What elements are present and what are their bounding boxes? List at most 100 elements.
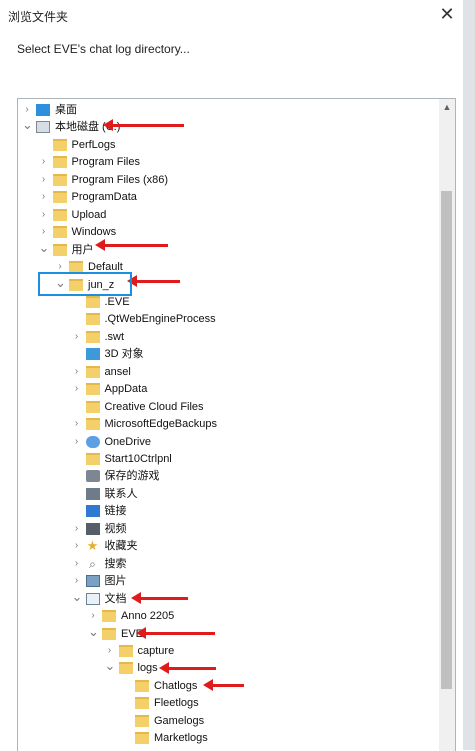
tree-item[interactable]: ⌄ 用户 <box>18 241 436 259</box>
tree-item[interactable]: .QtWebEngineProcess <box>18 311 436 328</box>
tree-item[interactable]: ⌄ 文档 <box>18 590 436 608</box>
tree-item[interactable]: PerfLogs <box>18 137 436 154</box>
tree-item[interactable]: ⌄ EVE <box>18 625 436 643</box>
collapsed-chevron-icon[interactable]: › <box>72 417 82 431</box>
folder-icon <box>52 226 67 239</box>
tree-item-label: .EVE <box>104 295 130 308</box>
tree-item-label: Start10Ctrlpnl <box>104 453 172 465</box>
video-icon <box>85 522 100 535</box>
folder-icon <box>52 191 67 204</box>
tree-item[interactable]: 3D 对象 <box>18 346 436 363</box>
search-icon: ⌕ <box>89 556 96 571</box>
tree-item[interactable]: Start10Ctrlpnl <box>18 451 436 468</box>
scroll-up-arrow-icon[interactable]: ▲ <box>439 99 455 115</box>
tree-item[interactable]: › OneDrive <box>18 434 436 451</box>
tree-item-label: 用户 <box>71 243 94 256</box>
folder-icon <box>52 243 67 256</box>
tree-item[interactable]: › Program Files <box>18 154 436 171</box>
tree-item[interactable]: Fleetlogs <box>18 695 436 712</box>
expanded-chevron-icon[interactable]: ⌄ <box>72 590 83 606</box>
tree-item-label: Anno 2205 <box>121 610 175 623</box>
collapsed-chevron-icon[interactable]: › <box>39 208 49 222</box>
tree-item[interactable]: Marketlogs <box>18 730 436 747</box>
tree-item[interactable]: ⌄ 本地磁盘 (C:) <box>18 118 436 136</box>
tree-item[interactable]: › 图片 <box>18 573 436 590</box>
tree-item[interactable]: › ProgramData <box>18 189 436 206</box>
tree-item[interactable]: Gamelogs <box>18 713 436 730</box>
tree-item[interactable]: › ansel <box>18 364 436 381</box>
annotation-arrow-icon <box>103 119 184 131</box>
expanded-chevron-icon[interactable]: ⌄ <box>39 241 50 257</box>
tree-item[interactable]: 保存的游戏 <box>18 468 436 485</box>
folder-icon <box>85 365 100 378</box>
collapsed-chevron-icon[interactable]: › <box>72 382 82 396</box>
tree-item[interactable]: › capture <box>18 643 436 660</box>
collapsed-chevron-icon[interactable]: › <box>72 557 82 571</box>
tree-item[interactable]: › Upload <box>18 207 436 224</box>
expanded-chevron-icon[interactable]: ⌄ <box>22 118 33 134</box>
folder-icon <box>135 697 149 710</box>
tree-item[interactable]: › ★ 收藏夹 <box>18 538 436 555</box>
collapsed-chevron-icon[interactable]: › <box>72 539 82 553</box>
tree-item-label: Creative Cloud Files <box>104 400 204 413</box>
collapsed-chevron-icon[interactable]: › <box>88 609 98 623</box>
tree-item[interactable]: › Windows <box>18 224 436 241</box>
tree-item[interactable]: › AppData <box>18 381 436 398</box>
tree-item-label: Windows <box>71 226 117 239</box>
collapsed-chevron-icon[interactable]: › <box>39 155 49 169</box>
star-icon: ★ <box>86 538 99 554</box>
tree-item-label: 保存的游戏 <box>104 470 160 483</box>
folder-icon <box>52 208 67 221</box>
annotation-arrow-icon <box>203 679 244 691</box>
folder-icon <box>118 662 133 675</box>
folder-icon <box>102 610 116 623</box>
collapsed-chevron-icon[interactable]: › <box>72 435 82 449</box>
desktop-icon <box>36 104 50 116</box>
tree-item-label: 视频 <box>104 522 127 535</box>
tree-item[interactable]: › 桌面 <box>18 102 436 119</box>
collapsed-chevron-icon[interactable]: › <box>39 190 49 204</box>
tree-item[interactable]: › MicrosoftEdgeBackups <box>18 416 436 433</box>
folder-icon <box>85 295 100 308</box>
tree-item-label: AppData <box>104 383 148 396</box>
tree-item-label: 桌面 <box>55 104 77 116</box>
tree-item-label: logs <box>137 662 158 675</box>
collapsed-chevron-icon[interactable]: › <box>72 574 82 588</box>
scroll-thumb[interactable] <box>441 191 452 689</box>
annotation-arrow-icon <box>127 275 180 287</box>
tree-item[interactable]: ⌄ logs <box>18 659 436 677</box>
tree-item-label: ansel <box>104 365 131 378</box>
tree-item[interactable]: › 视频 <box>18 521 436 538</box>
tree-item[interactable]: 联系人 <box>18 486 436 503</box>
collapsed-chevron-icon[interactable]: › <box>72 330 82 344</box>
tree-item-label: 搜索 <box>104 557 127 570</box>
collapsed-chevron-icon[interactable]: › <box>72 522 82 536</box>
tree-item[interactable]: › ⌕ 搜索 <box>18 556 436 573</box>
tree-item-label: 链接 <box>104 505 127 518</box>
tree-item[interactable]: 链接 <box>18 503 436 520</box>
link-icon <box>85 505 100 518</box>
tree-item-label: 收藏夹 <box>104 540 138 553</box>
tree-item[interactable]: › Program Files (x86) <box>18 172 436 189</box>
collapsed-chevron-icon[interactable]: › <box>72 365 82 379</box>
cloud-icon <box>85 435 100 448</box>
collapsed-chevron-icon[interactable]: › <box>39 173 49 187</box>
tree-item-label: Program Files <box>71 156 140 169</box>
tree-item-label: PerfLogs <box>71 138 116 151</box>
folder-tree[interactable]: ▲ › 桌面 ⌄ 本地磁盘 (C:) PerfLogs › Program Files › Pr… <box>17 98 456 751</box>
collapsed-chevron-icon[interactable]: › <box>22 103 32 117</box>
folder-icon <box>52 138 67 151</box>
close-icon[interactable]: ✕ <box>436 3 458 25</box>
expanded-chevron-icon[interactable]: ⌄ <box>88 625 99 641</box>
tree-item[interactable]: Creative Cloud Files <box>18 399 436 416</box>
collapsed-chevron-icon[interactable]: › <box>39 225 49 239</box>
tree-item[interactable]: .EVE <box>18 294 436 311</box>
tree-item[interactable]: › Anno 2205 <box>18 608 436 625</box>
tree-item-label: Fleetlogs <box>154 697 199 710</box>
tree-item[interactable]: › .swt <box>18 329 436 346</box>
expanded-chevron-icon[interactable]: ⌄ <box>105 659 116 675</box>
vertical-scrollbar[interactable]: ▲ <box>439 99 455 751</box>
folder-icon <box>85 453 100 465</box>
annotation-arrow-icon <box>95 239 168 251</box>
collapsed-chevron-icon[interactable]: › <box>105 644 115 658</box>
